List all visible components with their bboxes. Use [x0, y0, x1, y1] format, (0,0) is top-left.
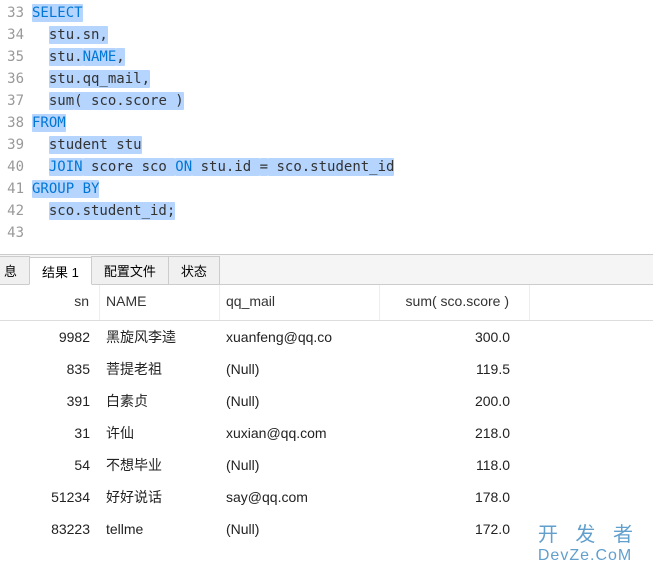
- code-content[interactable]: FROM: [32, 112, 66, 134]
- code-line[interactable]: 35 stu.NAME,: [0, 46, 653, 68]
- line-number: 40: [0, 156, 32, 178]
- code-line[interactable]: 38FROM: [0, 112, 653, 134]
- line-number: 43: [0, 222, 32, 244]
- line-number: 35: [0, 46, 32, 68]
- table-row[interactable]: 83223tellme(Null)172.0: [0, 513, 653, 545]
- cell-qq-mail[interactable]: (Null): [220, 387, 380, 415]
- watermark-line2: DevZe.CoM: [538, 547, 639, 565]
- cell-sum-score[interactable]: 300.0: [380, 323, 530, 351]
- line-number: 34: [0, 24, 32, 46]
- cell-sn[interactable]: 835: [0, 355, 100, 383]
- results-header-row: sn NAME qq_mail sum( sco.score ): [0, 285, 653, 321]
- cell-name[interactable]: 好好说话: [100, 481, 220, 513]
- code-line[interactable]: 43: [0, 222, 653, 244]
- cell-name[interactable]: 不想毕业: [100, 449, 220, 481]
- cell-sn[interactable]: 83223: [0, 515, 100, 543]
- table-row[interactable]: 391白素贞(Null)200.0: [0, 385, 653, 417]
- tab-2[interactable]: 配置文件: [91, 256, 169, 284]
- cell-sn[interactable]: 31: [0, 419, 100, 447]
- code-line[interactable]: 39 student stu: [0, 134, 653, 156]
- code-content[interactable]: student stu: [32, 134, 142, 156]
- table-row[interactable]: 835菩提老祖(Null)119.5: [0, 353, 653, 385]
- code-line[interactable]: 42 sco.student_id;: [0, 200, 653, 222]
- table-row[interactable]: 9982黑旋风李逵xuanfeng@qq.co300.0: [0, 321, 653, 353]
- tab-0[interactable]: 息: [0, 256, 30, 284]
- code-line[interactable]: 36 stu.qq_mail,: [0, 68, 653, 90]
- table-row[interactable]: 31许仙xuxian@qq.com218.0: [0, 417, 653, 449]
- code-line[interactable]: 41GROUP BY: [0, 178, 653, 200]
- code-content[interactable]: JOIN score sco ON stu.id = sco.student_i…: [32, 156, 394, 178]
- cell-name[interactable]: 白素贞: [100, 385, 220, 417]
- cell-name[interactable]: tellme: [100, 515, 220, 543]
- cell-sn[interactable]: 9982: [0, 323, 100, 351]
- code-content[interactable]: stu.NAME,: [32, 46, 125, 68]
- code-content[interactable]: sco.student_id;: [32, 200, 175, 222]
- line-number: 37: [0, 90, 32, 112]
- cell-qq-mail[interactable]: (Null): [220, 451, 380, 479]
- col-header-sn[interactable]: sn: [0, 285, 100, 320]
- code-content[interactable]: stu.sn,: [32, 24, 108, 46]
- code-content[interactable]: stu.qq_mail,: [32, 68, 150, 90]
- tab-3[interactable]: 状态: [168, 256, 220, 284]
- col-header-qq-mail[interactable]: qq_mail: [220, 285, 380, 320]
- cell-sum-score[interactable]: 118.0: [380, 451, 530, 479]
- cell-sum-score[interactable]: 218.0: [380, 419, 530, 447]
- line-number: 38: [0, 112, 32, 134]
- results-grid: sn NAME qq_mail sum( sco.score ) 9982黑旋风…: [0, 285, 653, 545]
- col-header-sum-score[interactable]: sum( sco.score ): [380, 285, 530, 320]
- code-line[interactable]: 33SELECT: [0, 2, 653, 24]
- line-number: 42: [0, 200, 32, 222]
- code-content[interactable]: sum( sco.score ): [32, 90, 184, 112]
- cell-sn[interactable]: 391: [0, 387, 100, 415]
- code-line[interactable]: 37 sum( sco.score ): [0, 90, 653, 112]
- cell-name[interactable]: 许仙: [100, 417, 220, 449]
- cell-qq-mail[interactable]: xuanfeng@qq.co: [220, 323, 380, 351]
- cell-name[interactable]: 菩提老祖: [100, 353, 220, 385]
- code-content[interactable]: SELECT: [32, 2, 83, 24]
- cell-qq-mail[interactable]: (Null): [220, 515, 380, 543]
- table-row[interactable]: 54不想毕业(Null)118.0: [0, 449, 653, 481]
- line-number: 39: [0, 134, 32, 156]
- cell-sum-score[interactable]: 200.0: [380, 387, 530, 415]
- table-row[interactable]: 51234好好说话say@qq.com178.0: [0, 481, 653, 513]
- cell-qq-mail[interactable]: say@qq.com: [220, 483, 380, 511]
- code-line[interactable]: 34 stu.sn,: [0, 24, 653, 46]
- results-body: 9982黑旋风李逵xuanfeng@qq.co300.0835菩提老祖(Null…: [0, 321, 653, 545]
- cell-sum-score[interactable]: 172.0: [380, 515, 530, 543]
- col-header-name[interactable]: NAME: [100, 285, 220, 320]
- tab-1[interactable]: 结果 1: [29, 257, 92, 285]
- cell-qq-mail[interactable]: (Null): [220, 355, 380, 383]
- cell-sum-score[interactable]: 178.0: [380, 483, 530, 511]
- line-number: 36: [0, 68, 32, 90]
- result-tabs: 息结果 1配置文件状态: [0, 255, 653, 285]
- line-number: 33: [0, 2, 32, 24]
- cell-sn[interactable]: 51234: [0, 483, 100, 511]
- code-content[interactable]: GROUP BY: [32, 178, 99, 200]
- code-line[interactable]: 40 JOIN score sco ON stu.id = sco.studen…: [0, 156, 653, 178]
- cell-qq-mail[interactable]: xuxian@qq.com: [220, 419, 380, 447]
- cell-sum-score[interactable]: 119.5: [380, 355, 530, 383]
- line-number: 41: [0, 178, 32, 200]
- cell-name[interactable]: 黑旋风李逵: [100, 321, 220, 353]
- sql-editor[interactable]: 33SELECT34 stu.sn,35 stu.NAME,36 stu.qq_…: [0, 0, 653, 246]
- cell-sn[interactable]: 54: [0, 451, 100, 479]
